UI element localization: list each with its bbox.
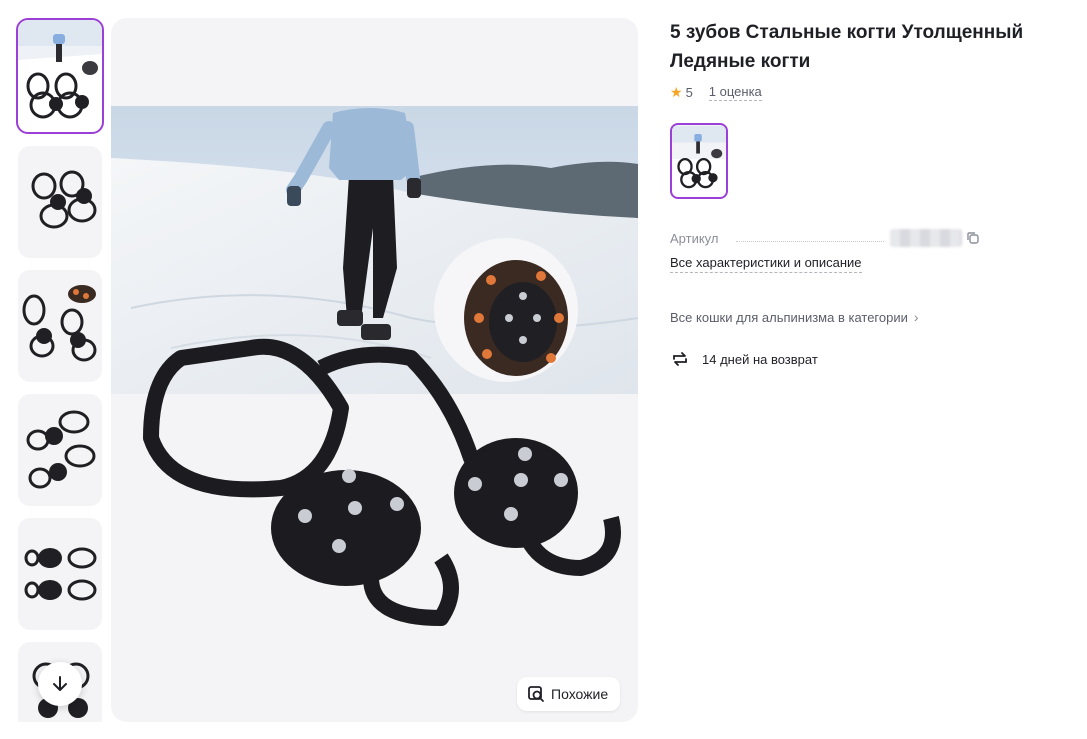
- category-link-label: Все кошки для альпинизма в категории: [670, 309, 908, 325]
- dotted-leader: [736, 240, 884, 242]
- arrow-down-icon: [53, 676, 67, 691]
- copy-icon[interactable]: [966, 231, 980, 245]
- rating-value: 5: [685, 85, 693, 100]
- all-specs-link[interactable]: Все характеристики и описание: [670, 255, 862, 273]
- chevron-right-icon: ›: [913, 309, 919, 325]
- return-policy: 14 дней на возврат: [670, 349, 1070, 369]
- thumbnail-5[interactable]: [18, 518, 102, 630]
- thumbnail-3[interactable]: [18, 270, 102, 382]
- thumbnail-1[interactable]: [16, 18, 104, 134]
- star-icon: ★: [670, 84, 683, 100]
- return-text: 14 дней на возврат: [702, 351, 818, 367]
- product-title: 5 зубов Стальные когти Утолщенный Ледяны…: [670, 22, 1024, 72]
- variant-thumbnail[interactable]: [670, 123, 728, 199]
- product-info: 5 зубов Стальные когти Утолщенный Ледяны…: [670, 18, 1070, 369]
- article-label: Артикул: [670, 230, 719, 246]
- similar-label: Похожие: [551, 686, 609, 702]
- article-row: Артикул: [670, 229, 1070, 247]
- return-icon: [673, 352, 687, 366]
- article-value-blurred: [890, 229, 962, 247]
- scroll-down-button[interactable]: [38, 662, 82, 706]
- rating-row: ★ 5 1 оценка: [670, 84, 1070, 101]
- reviews-link[interactable]: 1 оценка: [708, 84, 762, 101]
- similar-button[interactable]: Похожие: [517, 677, 621, 711]
- thumbnail-4[interactable]: [18, 394, 102, 506]
- main-product-image[interactable]: Похожие: [111, 18, 638, 722]
- category-link[interactable]: Все кошки для альпинизма в категории ›: [670, 309, 1070, 325]
- thumbnail-list: [16, 18, 104, 722]
- search-similar-icon: [528, 686, 544, 702]
- thumbnail-2[interactable]: [18, 146, 102, 258]
